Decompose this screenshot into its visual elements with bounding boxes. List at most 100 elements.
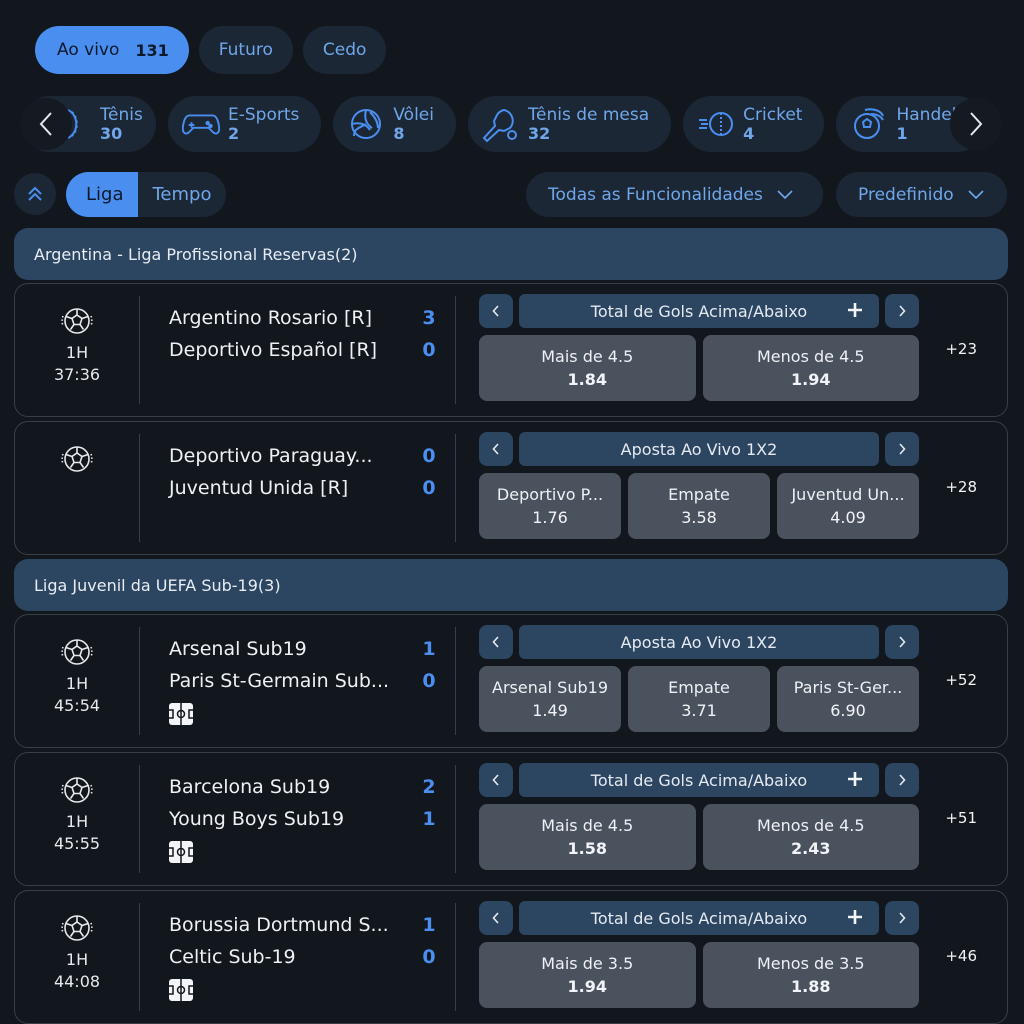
match-card[interactable]: 1H 37:36 Argentino Rosario [R] 3 Deportiv… — [14, 283, 1008, 417]
market-panel: Aposta Ao Vivo 1X2 Arsenal Sub19 1.49 Em… — [479, 625, 919, 732]
market-next-button[interactable] — [885, 294, 919, 328]
odds-row: Arsenal Sub19 1.49 Empate 3.71 Paris St-… — [479, 666, 919, 732]
market-prev-button[interactable] — [479, 432, 513, 466]
tab-early[interactable]: Cedo — [302, 26, 387, 74]
odds-button[interactable]: Empate 3.71 — [628, 666, 770, 732]
sport-volleyball[interactable]: Vôlei 8 — [333, 96, 456, 152]
odds-label: Juventud Un... — [791, 485, 905, 504]
odds-button[interactable]: Mais de 3.5 1.94 — [479, 942, 696, 1008]
odds-value: 1.94 — [791, 370, 831, 389]
market-selector[interactable]: Total de Gols Acima/Abaixo — [519, 763, 879, 797]
market-selector[interactable]: Aposta Ao Vivo 1X2 — [519, 625, 879, 659]
chevron-left-icon — [492, 774, 499, 786]
field-stats-icon[interactable] — [167, 979, 195, 1001]
odds-label: Mais de 4.5 — [541, 816, 634, 835]
match-teams[interactable]: Deportivo Paraguay... 0 Juventud Unida [R… — [169, 440, 439, 504]
more-markets-link[interactable]: +46 — [945, 947, 977, 965]
sport-esports[interactable]: E-Sports 2 — [168, 96, 322, 152]
field-stats-icon[interactable] — [167, 703, 195, 725]
scroll-right-button[interactable] — [950, 98, 1002, 150]
field-stats-icon[interactable] — [167, 841, 195, 863]
soccer-ball-icon — [61, 777, 93, 803]
group-by-league[interactable]: Liga — [66, 172, 138, 217]
match-card[interactable]: Deportivo Paraguay... 0 Juventud Unida [R… — [14, 421, 1008, 555]
market-selector[interactable]: Aposta Ao Vivo 1X2 — [519, 432, 879, 466]
market-prev-button[interactable] — [479, 625, 513, 659]
chevron-down-icon — [968, 189, 984, 199]
match-card[interactable]: 1H 45:55 Barcelona Sub19 2 Young Boys Sub… — [14, 752, 1008, 886]
odds-button[interactable]: Menos de 4.5 1.94 — [702, 335, 919, 401]
soccer-ball-icon — [61, 446, 93, 472]
chevron-right-icon — [899, 636, 906, 648]
market-prev-button[interactable] — [479, 901, 513, 935]
chevron-left-icon — [492, 305, 499, 317]
odds-row: Mais de 4.5 1.58 Menos de 4.5 2.43 — [479, 804, 919, 870]
market-prev-button[interactable] — [479, 763, 513, 797]
more-markets-link[interactable]: +51 — [945, 809, 977, 827]
scroll-left-button[interactable] — [20, 98, 72, 150]
league-header[interactable]: Argentina - Liga Profissional Reservas(2… — [14, 228, 1008, 280]
odds-label: Empate — [668, 485, 730, 504]
divider — [139, 627, 140, 735]
odds-button[interactable]: Empate 3.58 — [628, 473, 770, 539]
chevron-left-icon — [492, 636, 499, 648]
more-markets-link[interactable]: +23 — [945, 340, 977, 358]
market-next-button[interactable] — [885, 901, 919, 935]
match-card[interactable]: 1H 45:54 Arsenal Sub19 1 Paris St-Germain… — [14, 614, 1008, 748]
sport-table-tennis[interactable]: Tênis de mesa 32 — [468, 96, 672, 152]
match-time: 1H 37:36 — [15, 284, 139, 386]
chevron-right-icon — [970, 112, 983, 136]
market-selector[interactable]: Total de Gols Acima/Abaixo — [519, 294, 879, 328]
market-next-button[interactable] — [885, 432, 919, 466]
market-next-button[interactable] — [885, 763, 919, 797]
market-prev-button[interactable] — [479, 294, 513, 328]
odds-button[interactable]: Mais de 4.5 1.84 — [479, 335, 696, 401]
match-teams[interactable]: Arsenal Sub19 1 Paris St-Germain Sub... 0 — [167, 633, 439, 729]
more-markets-link[interactable]: +28 — [945, 478, 977, 496]
collapse-all-button[interactable] — [14, 173, 56, 215]
sport-count: 4 — [743, 123, 755, 143]
tab-future[interactable]: Futuro — [198, 26, 293, 74]
odds-value: 6.90 — [830, 701, 866, 720]
market-panel: Total de Gols Acima/Abaixo Mais de 3.5 1… — [479, 901, 919, 1008]
odds-value: 1.88 — [791, 977, 831, 996]
tab-live[interactable]: Ao vivo 131 — [35, 26, 189, 74]
group-by-time[interactable]: Tempo — [138, 172, 227, 217]
match-teams[interactable]: Borussia Dortmund S... 1 Celtic Sub-19 0 — [167, 909, 439, 1005]
odds-button[interactable]: Menos de 3.5 1.88 — [702, 942, 919, 1008]
chevron-down-icon — [777, 189, 793, 199]
plus-icon[interactable] — [845, 769, 865, 789]
odds-button[interactable]: Deportivo P... 1.76 — [479, 473, 621, 539]
odds-button[interactable]: Menos de 4.5 2.43 — [702, 804, 919, 870]
plus-icon[interactable] — [845, 300, 865, 320]
match-card[interactable]: 1H 44:08 Borussia Dortmund S... 1 Celtic … — [14, 890, 1008, 1024]
match-teams[interactable]: Argentino Rosario [R] 3 Deportivo Español… — [169, 302, 439, 366]
features-dropdown[interactable]: Todas as Funcionalidades — [526, 172, 823, 217]
sort-dropdown[interactable]: Predefinido — [836, 172, 1007, 217]
odds-button[interactable]: Mais de 4.5 1.58 — [479, 804, 696, 870]
odds-button[interactable]: Paris St-Ger... 6.90 — [777, 666, 919, 732]
match-clock: 45:55 — [53, 834, 101, 853]
odds-value: 3.71 — [681, 701, 717, 720]
odds-button[interactable]: Arsenal Sub19 1.49 — [479, 666, 621, 732]
plus-icon[interactable] — [845, 907, 865, 927]
divider — [455, 296, 456, 404]
league-title: Liga Juvenil da UEFA Sub-19(3) — [34, 575, 281, 595]
odds-button[interactable]: Juventud Un... 4.09 — [777, 473, 919, 539]
league-header[interactable]: Liga Juvenil da UEFA Sub-19(3) — [14, 559, 1008, 611]
match-teams[interactable]: Barcelona Sub19 2 Young Boys Sub19 1 — [167, 771, 439, 867]
sport-cricket[interactable]: Cricket 4 — [683, 96, 825, 152]
chevron-right-icon — [899, 443, 906, 455]
home-team: Borussia Dortmund S... — [169, 914, 389, 936]
market-next-button[interactable] — [885, 625, 919, 659]
odds-label: Menos de 4.5 — [756, 347, 865, 366]
chevron-left-icon — [492, 443, 499, 455]
odds-value: 2.43 — [791, 839, 831, 858]
market-selector[interactable]: Total de Gols Acima/Abaixo — [519, 901, 879, 935]
market-title: Total de Gols Acima/Abaixo — [590, 301, 808, 321]
home-score: 1 — [422, 638, 436, 660]
sport-count: 32 — [528, 123, 551, 143]
more-markets-link[interactable]: +52 — [945, 671, 977, 689]
soccer-ball-icon — [61, 308, 93, 334]
handball-icon — [850, 105, 888, 143]
